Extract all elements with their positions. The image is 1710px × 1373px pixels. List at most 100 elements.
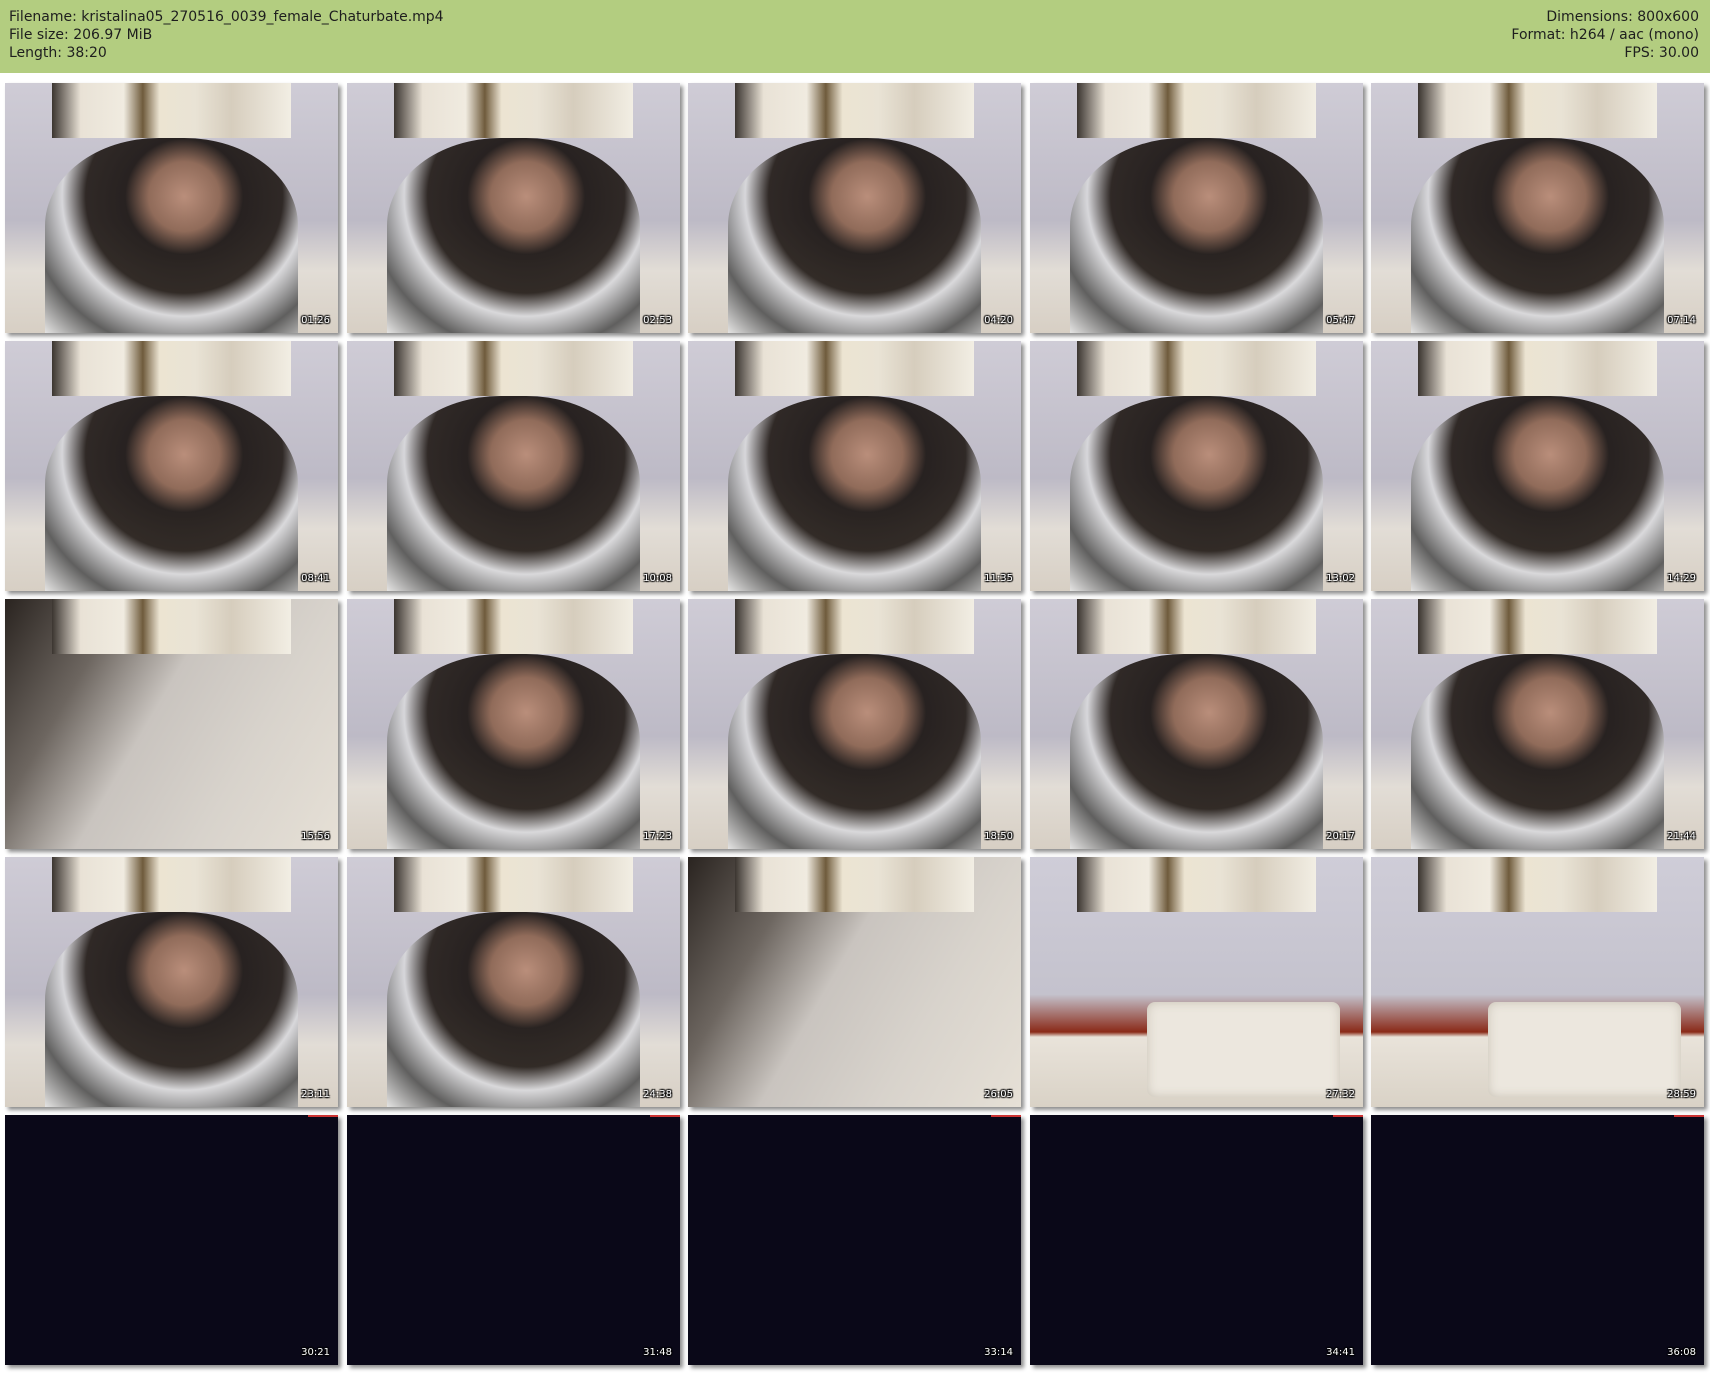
thumbnail-frame <box>347 1115 680 1365</box>
video-thumbnail: 14:29 <box>1371 341 1704 591</box>
frame-edge-mark <box>1674 1115 1704 1117</box>
timestamp-label: 28:59 <box>1667 1089 1696 1100</box>
filename-text: Filename: kristalina05_270516_0039_femal… <box>9 9 444 25</box>
video-thumbnail: 04:20 <box>688 83 1021 333</box>
timestamp-label: 20:17 <box>1326 831 1355 842</box>
timestamp-label: 21:44 <box>1667 831 1696 842</box>
video-thumbnail: 11:35 <box>688 341 1021 591</box>
dimensions-text: Dimensions: 800x600 <box>1546 9 1699 25</box>
video-thumbnail: 07:14 <box>1371 83 1704 333</box>
video-thumbnail: 08:41 <box>5 341 338 591</box>
timestamp-label: 31:48 <box>643 1347 672 1358</box>
wall-art <box>734 341 975 396</box>
wall-art <box>393 857 634 912</box>
video-thumbnail: 13:02 <box>1030 341 1363 591</box>
video-thumbnail: 36:08 <box>1371 1115 1704 1365</box>
person-figure <box>1410 138 1665 333</box>
person-figure <box>44 912 299 1107</box>
timestamp-label: 17:23 <box>643 831 672 842</box>
timestamp-label: 18:50 <box>984 831 1013 842</box>
thumbnail-frame <box>5 1115 338 1365</box>
pillow <box>1146 1002 1340 1097</box>
wall-art <box>1076 341 1317 396</box>
person-figure <box>386 654 641 849</box>
video-thumbnail: 10:08 <box>347 341 680 591</box>
timestamp-label: 04:20 <box>984 315 1013 326</box>
video-thumbnail: 24:38 <box>347 857 680 1107</box>
timestamp-label: 14:29 <box>1667 573 1696 584</box>
video-thumbnail: 17:23 <box>347 599 680 849</box>
wall-art <box>734 83 975 138</box>
wall-art <box>51 599 292 654</box>
timestamp-label: 07:14 <box>1667 315 1696 326</box>
person-figure <box>727 396 982 591</box>
timestamp-label: 34:41 <box>1326 1347 1355 1358</box>
timestamp-label: 10:08 <box>643 573 672 584</box>
timestamp-label: 11:35 <box>984 573 1013 584</box>
person-figure <box>727 654 982 849</box>
file-info-left: Filename: kristalina05_270516_0039_femal… <box>9 8 444 62</box>
person-figure <box>44 138 299 333</box>
video-thumbnail: 05:47 <box>1030 83 1363 333</box>
wall-art <box>1417 857 1658 912</box>
thumbnail-frame <box>1030 1115 1363 1365</box>
filesize-text: File size: 206.97 MiB <box>9 27 153 43</box>
video-thumbnail: 28:59 <box>1371 857 1704 1107</box>
person-figure <box>1410 654 1665 849</box>
video-thumbnail: 02:53 <box>347 83 680 333</box>
video-thumbnail: 34:41 <box>1030 1115 1363 1365</box>
wall-art <box>51 83 292 138</box>
wall-art <box>1417 83 1658 138</box>
video-thumbnail: 30:21 <box>5 1115 338 1365</box>
timestamp-label: 24:38 <box>643 1089 672 1100</box>
wall-art <box>1076 599 1317 654</box>
frame-edge-mark <box>308 1115 338 1117</box>
wall-art <box>51 857 292 912</box>
video-thumbnail: 20:17 <box>1030 599 1363 849</box>
wall-art <box>393 599 634 654</box>
wall-art <box>734 599 975 654</box>
wall-art <box>1076 857 1317 912</box>
person-figure <box>1069 654 1324 849</box>
timestamp-label: 15:56 <box>301 831 330 842</box>
wall-art <box>51 341 292 396</box>
timestamp-label: 26:05 <box>984 1089 1013 1100</box>
frame-edge-mark <box>650 1115 680 1117</box>
frame-edge-mark <box>991 1115 1021 1117</box>
video-thumbnail: 27:32 <box>1030 857 1363 1107</box>
timestamp-label: 08:41 <box>301 573 330 584</box>
person-figure <box>1410 396 1665 591</box>
timestamp-label: 27:32 <box>1326 1089 1355 1100</box>
timestamp-label: 23:11 <box>301 1089 330 1100</box>
wall-art <box>1417 341 1658 396</box>
thumbnail-frame <box>688 1115 1021 1365</box>
timestamp-label: 05:47 <box>1326 315 1355 326</box>
info-header: Filename: kristalina05_270516_0039_femal… <box>0 0 1710 73</box>
video-thumbnail: 01:26 <box>5 83 338 333</box>
person-figure <box>386 138 641 333</box>
video-thumbnail: 18:50 <box>688 599 1021 849</box>
person-figure <box>386 396 641 591</box>
pillow <box>1487 1002 1681 1097</box>
wall-art <box>1076 83 1317 138</box>
person-figure <box>1069 396 1324 591</box>
person-figure <box>727 138 982 333</box>
frame-edge-mark <box>1333 1115 1363 1117</box>
format-text: Format: h264 / aac (mono) <box>1511 27 1699 43</box>
wall-art <box>1417 599 1658 654</box>
video-thumbnail: 33:14 <box>688 1115 1021 1365</box>
video-thumbnail: 21:44 <box>1371 599 1704 849</box>
wall-art <box>393 83 634 138</box>
fps-text: FPS: 30.00 <box>1624 45 1699 61</box>
video-thumbnail: 31:48 <box>347 1115 680 1365</box>
timestamp-label: 36:08 <box>1667 1347 1696 1358</box>
file-info-right: Dimensions: 800x600 Format: h264 / aac (… <box>1511 8 1699 62</box>
timestamp-label: 33:14 <box>984 1347 1013 1358</box>
timestamp-label: 30:21 <box>301 1347 330 1358</box>
timestamp-label: 01:26 <box>301 315 330 326</box>
video-thumbnail: 15:56 <box>5 599 338 849</box>
thumbnail-frame <box>1371 1115 1704 1365</box>
video-thumbnail: 23:11 <box>5 857 338 1107</box>
length-text: Length: 38:20 <box>9 45 107 61</box>
timestamp-label: 13:02 <box>1326 573 1355 584</box>
